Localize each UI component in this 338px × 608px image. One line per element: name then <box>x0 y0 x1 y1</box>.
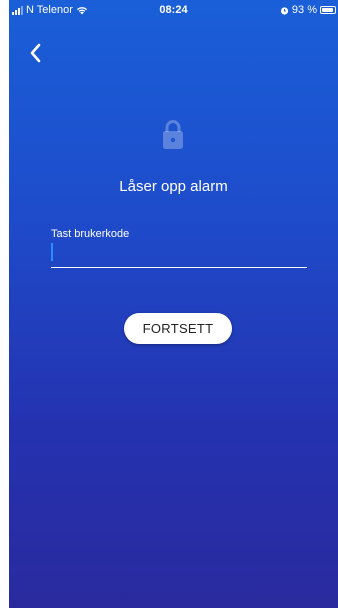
status-bar: N Telenor 08:24 93 % <box>9 0 338 20</box>
lock-icon <box>161 118 185 150</box>
battery-fill <box>322 8 334 12</box>
user-code-label: Tast brukerkode <box>51 228 130 240</box>
user-code-input[interactable] <box>51 242 307 268</box>
status-right: 93 % <box>280 4 336 16</box>
battery-percent: 93 % <box>291 4 317 16</box>
page-title: Låser opp alarm <box>119 178 228 195</box>
continue-button[interactable]: FORTSETT <box>124 313 232 344</box>
alarm-clock-icon <box>280 6 289 15</box>
back-button[interactable] <box>25 40 47 66</box>
unlock-alarm-screen: N Telenor 08:24 93 % Låser opp alarm Tas… <box>9 0 338 608</box>
text-cursor <box>51 243 53 261</box>
battery-icon <box>320 6 336 14</box>
chevron-left-icon <box>30 43 41 63</box>
